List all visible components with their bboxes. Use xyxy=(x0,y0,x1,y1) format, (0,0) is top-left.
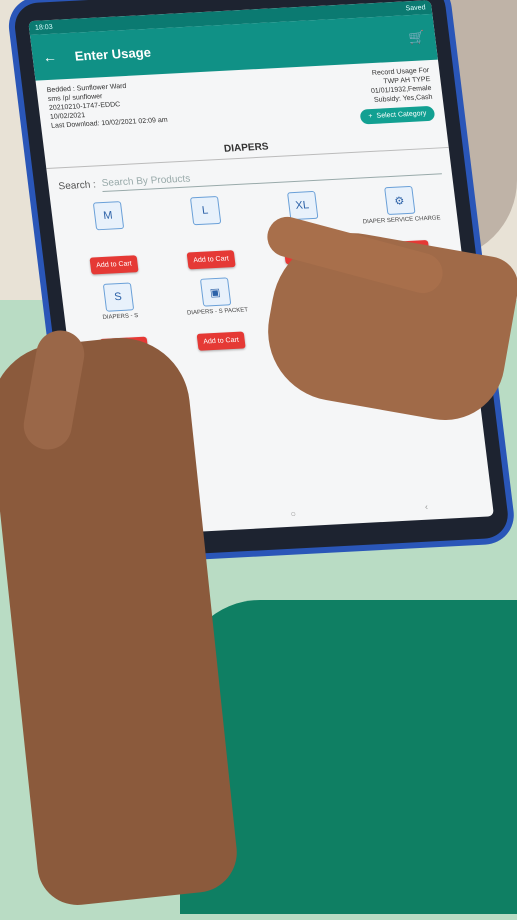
product-cell: Add to Cart xyxy=(67,254,160,276)
product-cell: Add to Cart xyxy=(165,249,258,271)
diaper-l-icon[interactable]: L xyxy=(189,196,221,226)
product-cell: L xyxy=(158,194,255,243)
product-name xyxy=(207,228,209,242)
diaper-s-icon[interactable]: S xyxy=(102,282,134,312)
product-cell xyxy=(178,357,275,406)
patient-details: Record Usage For TWP AH TYPE 01/01/1932,… xyxy=(289,66,436,128)
product-cell: S DIAPERS - S xyxy=(71,281,168,330)
add-to-cart-button[interactable]: Add to Cart xyxy=(89,255,139,275)
product-name: DIAPERS - S xyxy=(102,313,139,321)
diaper-xl-icon[interactable]: XL xyxy=(286,190,318,221)
add-to-cart-button[interactable]: Add to Cart xyxy=(196,331,246,351)
page-title: Enter Usage xyxy=(73,44,152,64)
plus-icon: + xyxy=(368,112,374,121)
status-time: 18:03 xyxy=(34,23,54,32)
patient-line: Subsidy: Yes,Cash xyxy=(373,93,433,104)
ward-details: Bedded : Sunflower Ward sms /p/ sunflowe… xyxy=(46,78,213,141)
box-icon[interactable]: ▣ xyxy=(199,277,231,307)
home-icon[interactable]: ○ xyxy=(290,509,297,519)
product-cell: ▣ DIAPERS - S PACKET xyxy=(168,276,265,325)
product-cell: M xyxy=(61,199,158,248)
status-right: Saved xyxy=(405,3,426,12)
back-icon[interactable]: ‹ xyxy=(424,502,428,512)
product-name xyxy=(110,233,112,247)
select-category-button[interactable]: + Select Category xyxy=(359,105,436,125)
add-to-cart-button[interactable]: Add to Cart xyxy=(186,250,236,270)
diaper-m-icon[interactable]: M xyxy=(92,201,124,231)
arrow-left-icon[interactable]: ← xyxy=(42,49,58,66)
cart-icon[interactable]: 🛒 xyxy=(408,29,426,46)
product-cell: ⚙ DIAPER SERVICE CHARGE xyxy=(352,184,449,233)
product-cell: Add to Cart xyxy=(175,330,268,352)
search-label: Search : xyxy=(57,178,97,192)
product-name: DIAPER SERVICE CHARGE xyxy=(362,215,441,226)
product-name: DIAPERS - S PACKET xyxy=(186,307,249,317)
service-icon[interactable]: ⚙ xyxy=(383,185,416,216)
photo-scene: 18:03 Saved ← Enter Usage 🛒 Bedded : Sun… xyxy=(0,0,517,920)
select-category-label: Select Category xyxy=(376,110,427,120)
